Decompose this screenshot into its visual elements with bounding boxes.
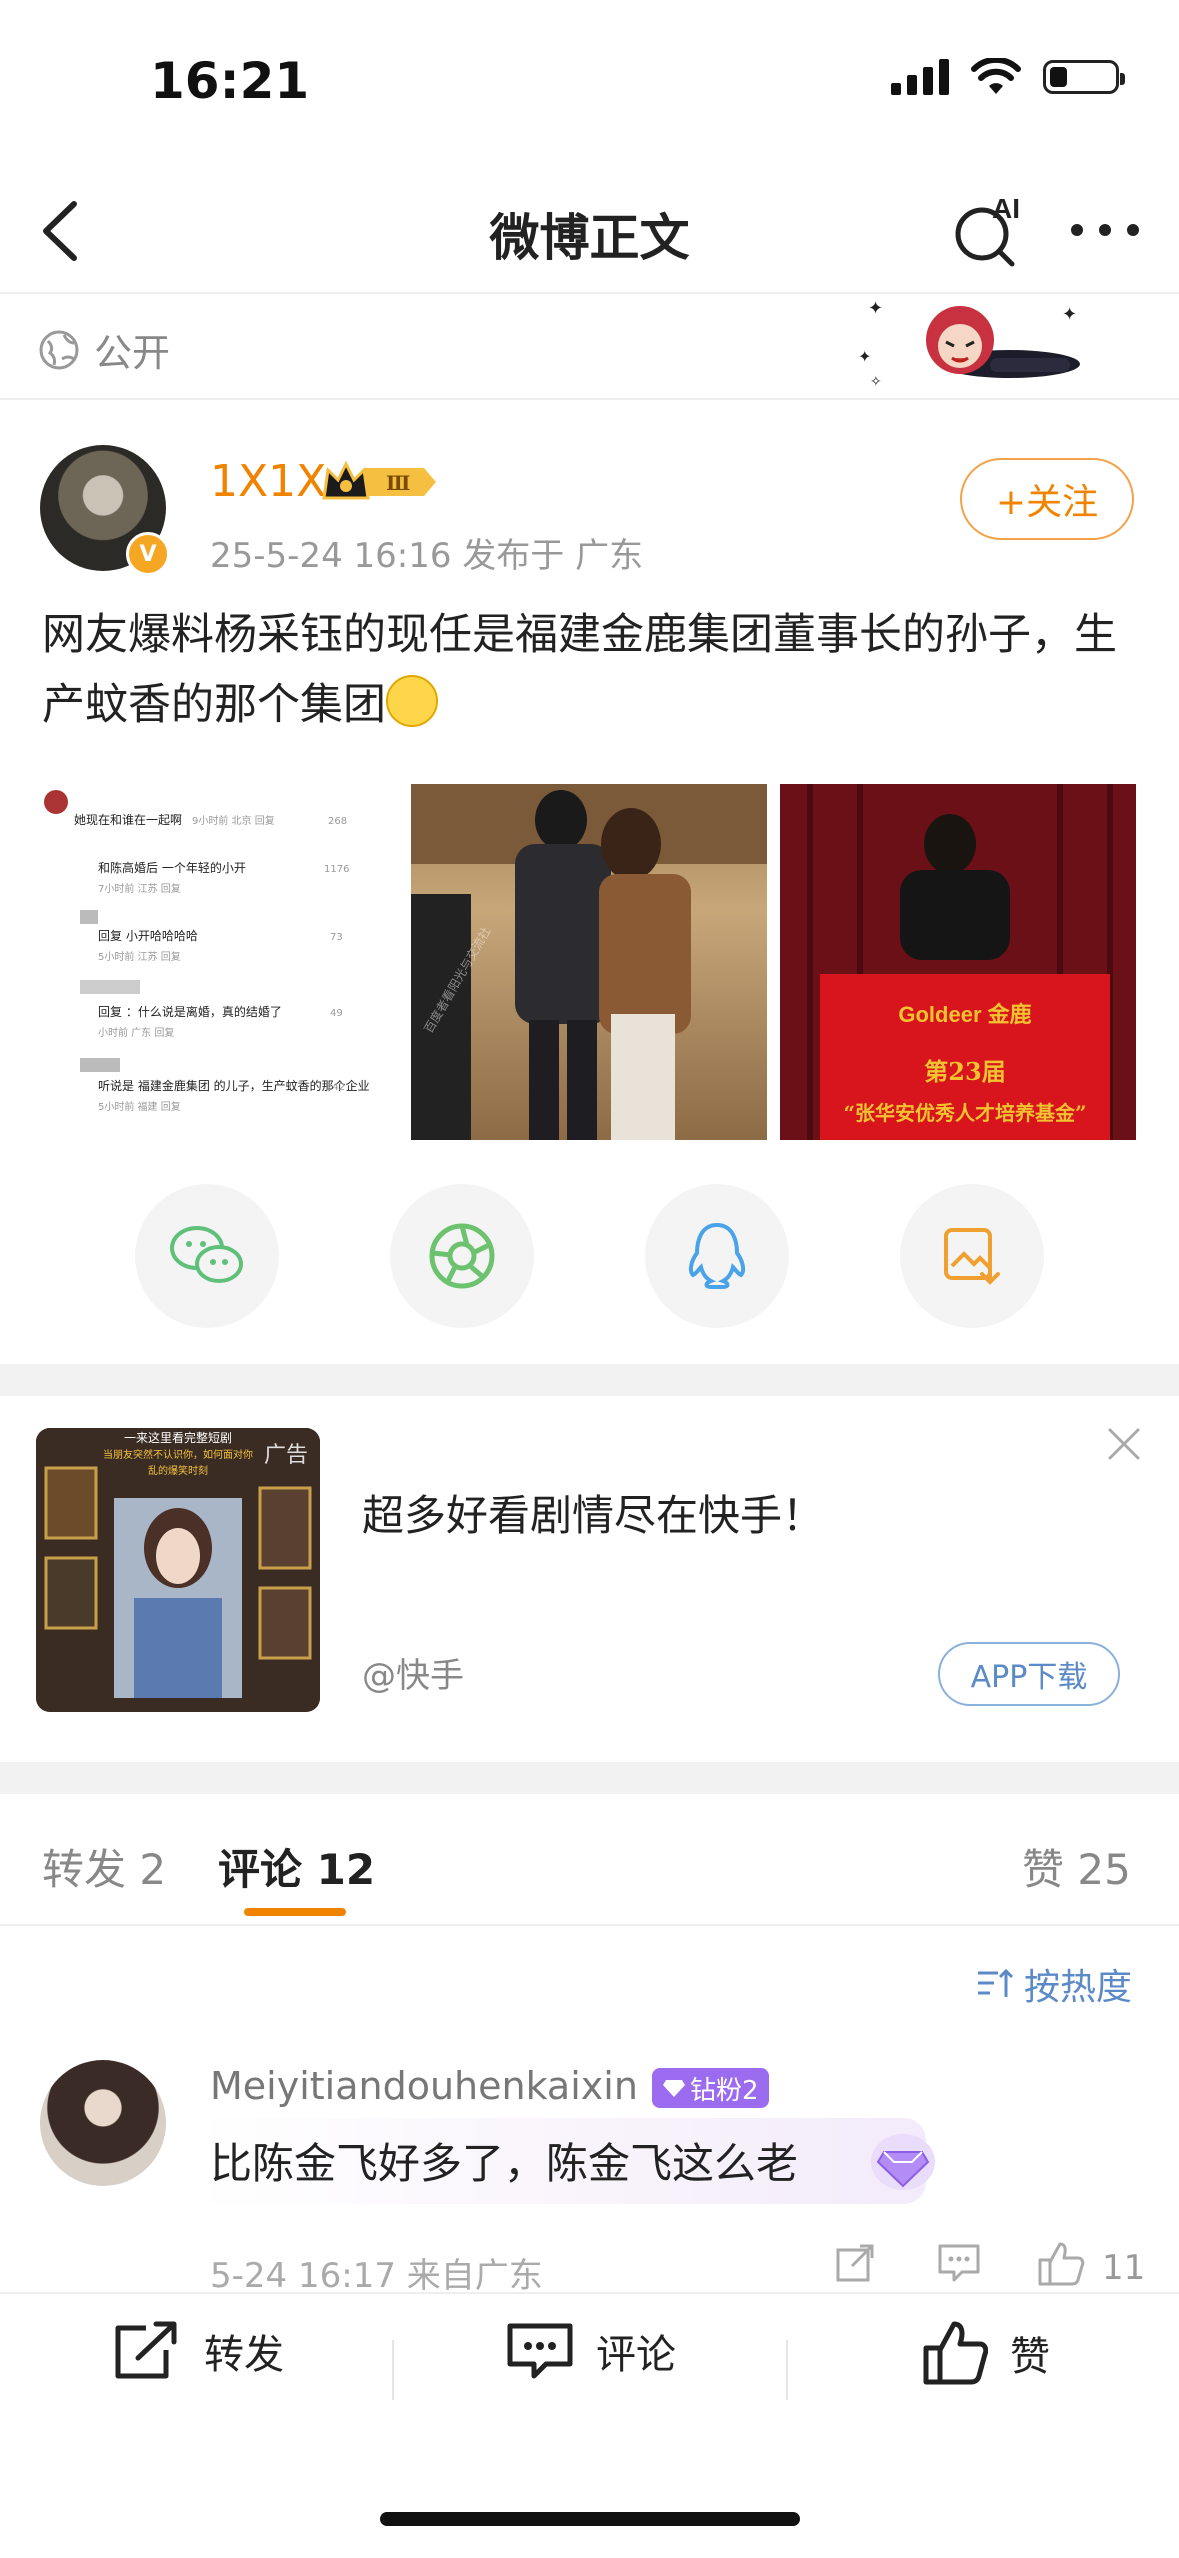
- battery-icon: [1043, 60, 1125, 94]
- tab-repost[interactable]: 转发 2: [42, 1836, 166, 1897]
- app-download-button[interactable]: APP下载: [938, 1642, 1120, 1706]
- screenshot-comment-4: 回复 ：什么说是离婚，真的结婚了: [98, 1004, 282, 1019]
- screenshot-like-1: 268: [328, 816, 347, 827]
- screenshot-like-5: 242: [326, 1082, 345, 1093]
- visibility-label: 公开: [94, 331, 171, 375]
- commenter-name[interactable]: Meiyitiandouhenkaixin: [210, 2064, 638, 2108]
- qq-icon: [688, 1222, 746, 1289]
- save-image-button[interactable]: [900, 1184, 1044, 1328]
- screenshot-like-4: 49: [330, 1008, 343, 1019]
- bottom-like-label: 赞: [1010, 2334, 1050, 2380]
- svg-text:✦: ✦: [868, 298, 883, 319]
- fan-level-badge: 钻粉2: [652, 2068, 769, 2108]
- ad-title[interactable]: 超多好看剧情尽在快手！: [362, 1482, 824, 1543]
- ad-thumb-caption-2: 当朋友突然不认识你，如何面对你: [103, 1448, 253, 1461]
- sort-icon: [978, 1968, 1014, 1997]
- bottom-separator-1: [392, 2340, 394, 2400]
- comment-meta: 5-24 16:17 来自广东: [210, 2256, 543, 2296]
- visibility-divider: [0, 398, 1179, 400]
- bottom-comment-button[interactable]: 评论: [506, 2320, 676, 2382]
- more-options-icon[interactable]: [1065, 210, 1145, 250]
- visibility-indicator: 公开: [38, 322, 170, 377]
- post-content: 网友爆料杨采钰的现任是福建金鹿集团董事长的孙子，生产蚊香的那个集团: [42, 600, 1142, 740]
- ad-source: @快手: [362, 1656, 464, 1696]
- close-icon[interactable]: [1104, 1424, 1144, 1464]
- post-meta: 25-5-24 16:16 发布于 广东: [210, 536, 644, 576]
- share-qq-button[interactable]: [645, 1184, 789, 1328]
- fan-level-label: 钻粉2: [690, 2075, 759, 2106]
- comment-reply-icon[interactable]: [936, 2240, 982, 2286]
- banner-line-2: “张华安优秀人才培养基金”: [843, 1101, 1086, 1125]
- svg-text:✦: ✦: [1062, 304, 1077, 325]
- share-wechat-button[interactable]: [135, 1184, 279, 1328]
- comment-icon: [507, 2323, 573, 2379]
- moments-icon: [429, 1223, 495, 1289]
- screenshot-like-3: 73: [330, 932, 343, 943]
- goldeer-brand: Goldeer 金鹿: [898, 1002, 1031, 1027]
- wifi-icon: [971, 58, 1021, 94]
- globe-icon: [39, 330, 79, 369]
- bottom-repost-label: 转发: [204, 2332, 284, 2378]
- screenshot-comment-3-meta: 5小时前 江苏 回复: [98, 950, 181, 963]
- post-image-1[interactable]: 她现在和谁在一起啊 9小时前 北京 回复 268 和陈高婚后 一个年轻的小开 7…: [42, 784, 398, 1140]
- section-separator-2: [0, 1762, 1179, 1794]
- screenshot-comment-4-meta: 小时前 广东 回复: [98, 1026, 174, 1039]
- svg-text:✧: ✧: [870, 374, 882, 390]
- ad-thumb-caption-3: 乱的爆笑时刻: [148, 1464, 208, 1477]
- screenshot-comment-1-meta: 9小时前 北京 回复: [192, 814, 275, 827]
- section-separator: [0, 1364, 1179, 1396]
- screenshot-like-2: 1176: [324, 864, 349, 875]
- thumbs-up-icon: [923, 2321, 988, 2385]
- screenshot-comment-5-meta: 5小时前 福建 回复: [98, 1100, 181, 1113]
- sort-label: 按热度: [1024, 1967, 1133, 2008]
- status-time: 16:21: [150, 52, 310, 110]
- bottom-comment-label: 评论: [596, 2332, 676, 2378]
- tabs-divider: [0, 1924, 1179, 1926]
- post-text: 网友爆料杨采钰的现任是福建金鹿集团董事长的孙子，生产蚊香的那个集团: [42, 610, 1117, 730]
- active-tab-indicator: [244, 1908, 346, 1916]
- bottom-separator-2: [786, 2340, 788, 2400]
- signal-icon: [891, 59, 949, 95]
- ad-thumb-caption-top: 一来这里看完整短剧: [124, 1430, 232, 1445]
- post-image-2[interactable]: 百度者看阳光与交流社: [411, 784, 767, 1140]
- bottom-like-button[interactable]: 赞: [922, 2320, 1050, 2386]
- sort-by-hot-button[interactable]: 按热度: [976, 1958, 1132, 2010]
- comment-text: 比陈金飞好多了，陈金飞这么老: [210, 2139, 799, 2188]
- banner-line-1: 第23届: [924, 1057, 1005, 1086]
- comment-like-count: 11: [1102, 2248, 1146, 2288]
- screenshot-comment-2: 和陈高婚后 一个年轻的小开: [98, 860, 246, 875]
- anime-sticker-icon: ✦ ✦ ✦ ✧: [858, 298, 1080, 390]
- author-name[interactable]: 1X1X: [210, 456, 326, 507]
- screenshot-comment-1: 她现在和谁在一起啊: [74, 813, 182, 827]
- post-image-3[interactable]: Goldeer 金鹿 第23届 “张华安优秀人才培养基金”: [780, 784, 1136, 1140]
- tab-likes[interactable]: 赞 25: [1022, 1836, 1131, 1897]
- ad-thumb-tag: 广告: [264, 1443, 308, 1468]
- nav-header: 微博正文 AI: [0, 170, 1179, 290]
- screenshot-comment-3: 回复 小开哈哈哈哈: [98, 929, 198, 943]
- ai-label: AI: [992, 193, 1020, 224]
- repost-icon: [115, 2321, 177, 2379]
- home-indicator: [380, 2512, 800, 2526]
- status-icons: [891, 58, 1125, 96]
- diamond-icon: [663, 2080, 685, 2097]
- commenter-avatar[interactable]: [40, 2060, 166, 2186]
- ai-search-icon[interactable]: AI: [948, 190, 1028, 270]
- wechat-icon: [170, 1226, 243, 1283]
- level-badge-text: Ⅲ: [386, 471, 410, 495]
- download-image-icon: [944, 1228, 1000, 1285]
- tab-comments[interactable]: 评论 12: [218, 1836, 375, 1897]
- comment-repost-icon[interactable]: [832, 2240, 878, 2286]
- diamond-decoration-icon: [871, 2134, 935, 2190]
- comment-like-icon[interactable]: [1036, 2240, 1086, 2288]
- crown-level-badge-icon: Ⅲ: [322, 460, 436, 500]
- verified-badge: V: [126, 532, 170, 576]
- smirk-emoji-icon: [386, 675, 438, 727]
- ad-thumbnail[interactable]: 一来这里看完整短剧 当朋友突然不认识你，如何面对你 乱的爆笑时刻 广告: [36, 1428, 320, 1712]
- screenshot-comment-2-meta: 7小时前 江苏 回复: [98, 882, 181, 895]
- bottom-repost-button[interactable]: 转发: [112, 2320, 284, 2382]
- share-moments-button[interactable]: [390, 1184, 534, 1328]
- svg-text:✦: ✦: [858, 347, 871, 366]
- follow-button[interactable]: +关注: [960, 458, 1134, 540]
